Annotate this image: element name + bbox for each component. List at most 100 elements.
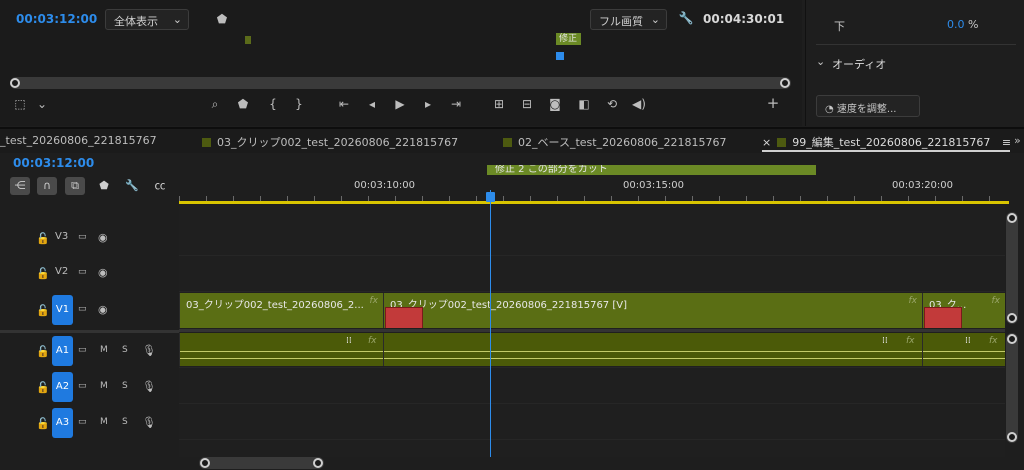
scroll-handle-right[interactable] bbox=[313, 458, 323, 468]
monitor-scroll-handle-left[interactable] bbox=[10, 78, 20, 88]
linked-selection-icon[interactable]: ⧉ bbox=[65, 177, 85, 195]
mark-out-icon[interactable]: } bbox=[294, 97, 304, 111]
track-target-a1[interactable]: A1 bbox=[52, 336, 73, 366]
sync-lock-icon[interactable]: ▭ bbox=[78, 381, 87, 391]
audio-tracks-scrollbar[interactable] bbox=[1006, 333, 1018, 443]
add-marker-icon[interactable]: ⬟ bbox=[237, 97, 249, 111]
add-marker-icon[interactable]: ⬟ bbox=[94, 177, 114, 195]
chevron-down-icon[interactable]: ⌄ bbox=[36, 97, 48, 111]
lane-v2[interactable] bbox=[179, 256, 1005, 292]
comparison-view-icon[interactable]: ◧ bbox=[575, 97, 593, 111]
mark-in-icon[interactable]: { bbox=[268, 97, 278, 111]
step-back-icon[interactable]: ◂ bbox=[365, 97, 379, 111]
microphone-icon[interactable]: 🎙 bbox=[142, 416, 156, 429]
mute-button[interactable]: M bbox=[100, 381, 108, 391]
track-target-a2[interactable]: A2 bbox=[52, 372, 73, 402]
sync-lock-icon[interactable]: ▭ bbox=[78, 232, 87, 242]
tab-sequence-active[interactable]: × 99_編集_test_20260806_221815767 ≡ bbox=[762, 134, 1011, 150]
lock-icon[interactable]: 🔓 bbox=[36, 232, 50, 245]
monitor-zoom-scrollbar[interactable] bbox=[10, 77, 791, 89]
extract-icon[interactable]: ⊟ bbox=[518, 97, 536, 111]
timeline-current-timecode[interactable]: 00:03:12:00 bbox=[13, 156, 94, 170]
wrench-icon[interactable]: 🔧 bbox=[122, 177, 142, 195]
solo-button[interactable]: S bbox=[122, 381, 128, 391]
lock-icon[interactable]: 🔓 bbox=[36, 345, 50, 358]
sequence-marker-range[interactable]: 修正 2 この部分をカット bbox=[487, 165, 816, 175]
audio-section-title[interactable]: オーディオ bbox=[832, 56, 886, 72]
track-target-v1[interactable]: V1 bbox=[52, 295, 73, 325]
monitor-marker-tag[interactable]: 修正 bbox=[556, 33, 581, 45]
eye-icon[interactable]: ◉ bbox=[98, 231, 108, 244]
video-clip[interactable]: 03_クリップ002_test_20260806_2... fx bbox=[179, 293, 383, 328]
timeline-tracks[interactable]: 03_クリップ002_test_20260806_2... fx 03_クリップ… bbox=[179, 205, 1005, 457]
camera-icon[interactable]: ◙ bbox=[547, 97, 563, 111]
timeline-zoom-scrollbar[interactable] bbox=[199, 457, 324, 469]
time-ruler[interactable]: 00:03:10:00 00:03:15:00 00:03:20:00 bbox=[179, 153, 1009, 205]
sync-lock-icon[interactable]: ▭ bbox=[78, 345, 87, 355]
tab-menu-icon[interactable]: ≡ bbox=[1002, 136, 1011, 149]
snap-magnet-icon[interactable]: ∩ bbox=[37, 177, 57, 195]
fx-badge[interactable]: fx bbox=[992, 296, 1001, 306]
lane-a2[interactable] bbox=[179, 368, 1005, 404]
video-clip[interactable]: 03_ク... fx bbox=[922, 293, 1005, 328]
nest-sequence-icon[interactable]: ⋲ bbox=[10, 177, 30, 195]
video-tracks-scrollbar[interactable] bbox=[1006, 212, 1018, 324]
captions-icon[interactable]: ㏄ bbox=[150, 177, 170, 195]
work-area-bar[interactable] bbox=[179, 201, 1009, 204]
track-target-a3[interactable]: A3 bbox=[52, 408, 73, 438]
marker-shield-icon[interactable]: ⬟ bbox=[215, 12, 229, 26]
solo-button[interactable]: S bbox=[122, 417, 128, 427]
wrench-icon[interactable]: 🔧 bbox=[678, 11, 694, 25]
sync-lock-icon[interactable]: ▭ bbox=[78, 267, 87, 277]
safe-margins-icon[interactable]: ⬚ bbox=[13, 97, 27, 111]
go-to-in-icon[interactable]: ⇤ bbox=[336, 97, 352, 111]
monitor-playhead[interactable] bbox=[556, 52, 564, 60]
adjust-speed-button[interactable]: ◔ 速度を調整... bbox=[816, 95, 920, 117]
audio-clip[interactable]: ⁞⁞ fx bbox=[179, 333, 383, 366]
lock-icon[interactable]: 🔓 bbox=[36, 304, 50, 317]
quality-select[interactable]: フル画質 ⌄ bbox=[590, 9, 667, 30]
mute-button[interactable]: M bbox=[100, 345, 108, 355]
zoom-select[interactable]: 全体表示 ⌄ bbox=[105, 9, 189, 30]
scroll-handle-bottom[interactable] bbox=[1007, 313, 1017, 323]
lane-a3[interactable] bbox=[179, 404, 1005, 440]
tab-sequence-1[interactable]: _test_20260806_221815767 bbox=[0, 134, 157, 147]
fx-badge[interactable]: fx bbox=[989, 336, 998, 346]
playhead-handle[interactable] bbox=[486, 192, 495, 202]
effects-row-value[interactable]: 0.0 bbox=[947, 18, 965, 31]
tab-sequence-2[interactable]: 03_クリップ002_test_20260806_221815767 bbox=[202, 134, 458, 150]
fx-badge[interactable]: fx bbox=[370, 296, 379, 306]
lift-icon[interactable]: ⊞ bbox=[490, 97, 508, 111]
step-forward-icon[interactable]: ▸ bbox=[421, 97, 435, 111]
zoom-icon[interactable]: ⌕ bbox=[207, 97, 223, 111]
fx-badge[interactable]: fx bbox=[909, 296, 918, 306]
proxy-toggle-icon[interactable]: ⟲ bbox=[604, 97, 620, 111]
lane-v3[interactable] bbox=[179, 220, 1005, 256]
audio-clip[interactable]: ⁞⁞ fx bbox=[922, 333, 1005, 366]
scroll-handle-bottom[interactable] bbox=[1007, 432, 1017, 442]
add-button-icon[interactable]: + bbox=[766, 96, 780, 111]
playhead-line[interactable] bbox=[490, 190, 491, 457]
speaker-icon[interactable]: ◀) bbox=[631, 97, 647, 111]
video-clip[interactable]: 03_クリップ002_test_20260806_221815767 [V] f… bbox=[383, 293, 922, 328]
scroll-handle-top[interactable] bbox=[1007, 334, 1017, 344]
lock-icon[interactable]: 🔓 bbox=[36, 417, 50, 430]
fx-badge[interactable]: fx bbox=[906, 336, 915, 346]
sync-lock-icon[interactable]: ▭ bbox=[78, 304, 87, 314]
scroll-handle-top[interactable] bbox=[1007, 213, 1017, 223]
fx-badge[interactable]: fx bbox=[368, 336, 377, 346]
play-icon[interactable]: ▶ bbox=[393, 97, 407, 111]
microphone-icon[interactable]: 🎙 bbox=[142, 380, 156, 393]
overflow-icon[interactable]: » bbox=[1014, 134, 1021, 147]
audio-clip[interactable]: ⁞⁞ fx bbox=[383, 333, 922, 366]
monitor-current-timecode[interactable]: 00:03:12:00 bbox=[16, 12, 97, 26]
sync-lock-icon[interactable]: ▭ bbox=[78, 417, 87, 427]
mute-button[interactable]: M bbox=[100, 417, 108, 427]
solo-button[interactable]: S bbox=[122, 345, 128, 355]
close-icon[interactable]: × bbox=[762, 136, 771, 149]
monitor-scroll-handle-right[interactable] bbox=[780, 78, 790, 88]
monitor-marker[interactable] bbox=[245, 36, 251, 44]
go-to-out-icon[interactable]: ⇥ bbox=[448, 97, 464, 111]
tab-sequence-3[interactable]: 02_ベース_test_20260806_221815767 bbox=[503, 134, 727, 150]
eye-icon[interactable]: ◉ bbox=[98, 266, 108, 279]
